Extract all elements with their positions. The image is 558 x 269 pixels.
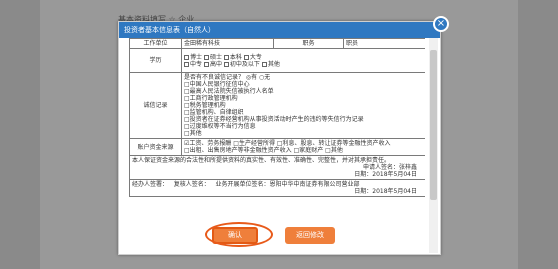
dialog-scrollbar[interactable]	[429, 38, 438, 253]
position-value: 职员	[343, 38, 425, 49]
integrity-line[interactable]: □工商行政管理机构	[184, 95, 423, 102]
position-label: 职务	[273, 38, 344, 49]
fund-source-line[interactable]: □出租、出售房地产等非金融性资产收入 □家庭财产 □其他	[184, 147, 423, 154]
footer-signatures: 经办人签署： 复核人签名： 业务开展单位签名：恩阳中华中南证券有限公司营业部	[132, 181, 423, 188]
integrity-line[interactable]: □最高人民法院失信被执行人名单	[184, 88, 423, 95]
integrity-line[interactable]: 是否有不良诚信记录？ ◎有 ○无	[184, 74, 423, 81]
return-modify-button[interactable]: 返回修改	[285, 227, 335, 244]
dept-value: 恩阳中华中南证券有限公司营业部	[269, 181, 360, 188]
education-checkbox[interactable]	[261, 61, 267, 67]
footer-cell: 经办人签署： 复核人签名： 业务开展单位签名：恩阳中华中南证券有限公司营业部 日…	[129, 179, 425, 197]
scrollbar-thumb[interactable]	[430, 50, 437, 200]
dialog-header: 投资者基本信息表（自然人）	[119, 22, 440, 38]
applicant-signature: 申请人签名：张梓鑫	[362, 164, 417, 171]
education-checkbox[interactable]	[184, 54, 189, 60]
investor-info-dialog: 投资者基本信息表（自然人） 工作单位 金田稀有科技 职务 职员 学历 博士 硕士…	[118, 21, 441, 255]
education-option-label: 高中	[209, 60, 222, 68]
integrity-line[interactable]: □中国人民银行征信中心	[184, 81, 423, 88]
footer-date: 日期：2018年5月04日	[132, 188, 423, 195]
education-checkbox[interactable]	[203, 54, 209, 60]
education-line-1: 博士 硕士 本科 大专	[184, 54, 423, 61]
close-icon[interactable]: ×	[433, 16, 449, 32]
handler-label: 经办人签署：	[132, 181, 169, 188]
education-option-label: 初中及以下	[229, 60, 260, 68]
declaration-date: 日期：2018年5月04日	[132, 171, 423, 178]
table-row: 本人保证资金来源的合法性和所提供资料的真实性、有效性、准确性、完整性，并对其承担…	[129, 155, 425, 180]
integrity-line[interactable]: □投资者在证券经营机构从事投资活动时产生的违约等失信行为记录	[184, 116, 423, 123]
table-row: 诚信记录 是否有不良诚信记录？ ◎有 ○无 □中国人民银行征信中心 □最高人民法…	[129, 72, 425, 139]
education-checkbox[interactable]	[223, 54, 229, 60]
education-option-label: 大专	[249, 53, 262, 61]
table-row: 账户资金来源 ☑工资、劳务报酬 □生产经营所得 □利息、股息、转让证券等金融性资…	[129, 138, 425, 156]
education-option-label: 博士	[190, 53, 203, 61]
education-checkbox[interactable]	[243, 54, 249, 60]
table-row: 经办人签署： 复核人签名： 业务开展单位签名：恩阳中华中南证券有限公司营业部 日…	[129, 179, 425, 197]
fund-source-label: 账户资金来源	[129, 138, 182, 156]
integrity-label: 诚信记录	[129, 72, 182, 139]
education-checkbox[interactable]	[184, 61, 189, 67]
education-checkbox[interactable]	[203, 61, 209, 67]
workplace-value: 金田稀有科技	[181, 38, 274, 49]
declaration-cell: 本人保证资金来源的合法性和所提供资料的真实性、有效性、准确性、完整性，并对其承担…	[129, 155, 425, 180]
education-checkbox[interactable]	[223, 61, 229, 67]
integrity-line[interactable]: □监管机构、自律组织	[184, 109, 423, 116]
confirm-highlight-circle	[205, 222, 273, 247]
dept-label: 业务开展单位签名：	[215, 181, 270, 188]
integrity-line[interactable]: □过度维权等不当行为信息	[184, 123, 423, 130]
fund-source-line[interactable]: ☑工资、劳务报酬 □生产经营所得 □利息、股息、转让证券等金融性资产收入	[184, 140, 423, 147]
declaration-date-value: 2018年5月04日	[372, 171, 417, 178]
integrity-line[interactable]: □其他	[184, 130, 423, 137]
table-row: 学历 博士 硕士 本科 大专 中专 高中 初中及以下 其他	[129, 48, 425, 73]
integrity-options: 是否有不良诚信记录？ ◎有 ○无 □中国人民银行征信中心 □最高人民法院失信被执…	[181, 72, 425, 139]
education-line-2: 中专 高中 初中及以下 其他	[184, 61, 423, 68]
dialog-title: 投资者基本信息表（自然人）	[124, 26, 215, 34]
education-label: 学历	[129, 48, 182, 73]
declaration-date-label: 日期：	[354, 171, 373, 178]
education-options: 博士 硕士 本科 大专 中专 高中 初中及以下 其他	[181, 48, 425, 73]
education-option-label: 其他	[267, 60, 280, 68]
workplace-label: 工作单位	[129, 38, 182, 49]
education-option-label: 硕士	[209, 53, 222, 61]
dialog-content: 工作单位 金田稀有科技 职务 职员 学历 博士 硕士 本科 大专 中专 高中 初…	[129, 38, 425, 208]
fund-source-options: ☑工资、劳务报酬 □生产经营所得 □利息、股息、转让证券等金融性资产收入 □出租…	[181, 138, 425, 156]
footer-date-value: 2018年5月04日	[372, 188, 417, 195]
table-row: 工作单位 金田稀有科技 职务 职员	[129, 38, 425, 49]
reviewer-label: 复核人签名：	[173, 181, 210, 188]
integrity-line[interactable]: □税务管理机构	[184, 102, 423, 109]
footer-date-label: 日期：	[354, 188, 373, 195]
investor-info-table: 工作单位 金田稀有科技 职务 职员 学历 博士 硕士 本科 大专 中专 高中 初…	[129, 38, 425, 197]
declaration-text: 本人保证资金来源的合法性和所提供资料的真实性、有效性、准确性、完整性，并对其承担…	[132, 157, 391, 164]
education-option-label: 中专	[190, 60, 203, 68]
education-option-label: 本科	[229, 53, 242, 61]
